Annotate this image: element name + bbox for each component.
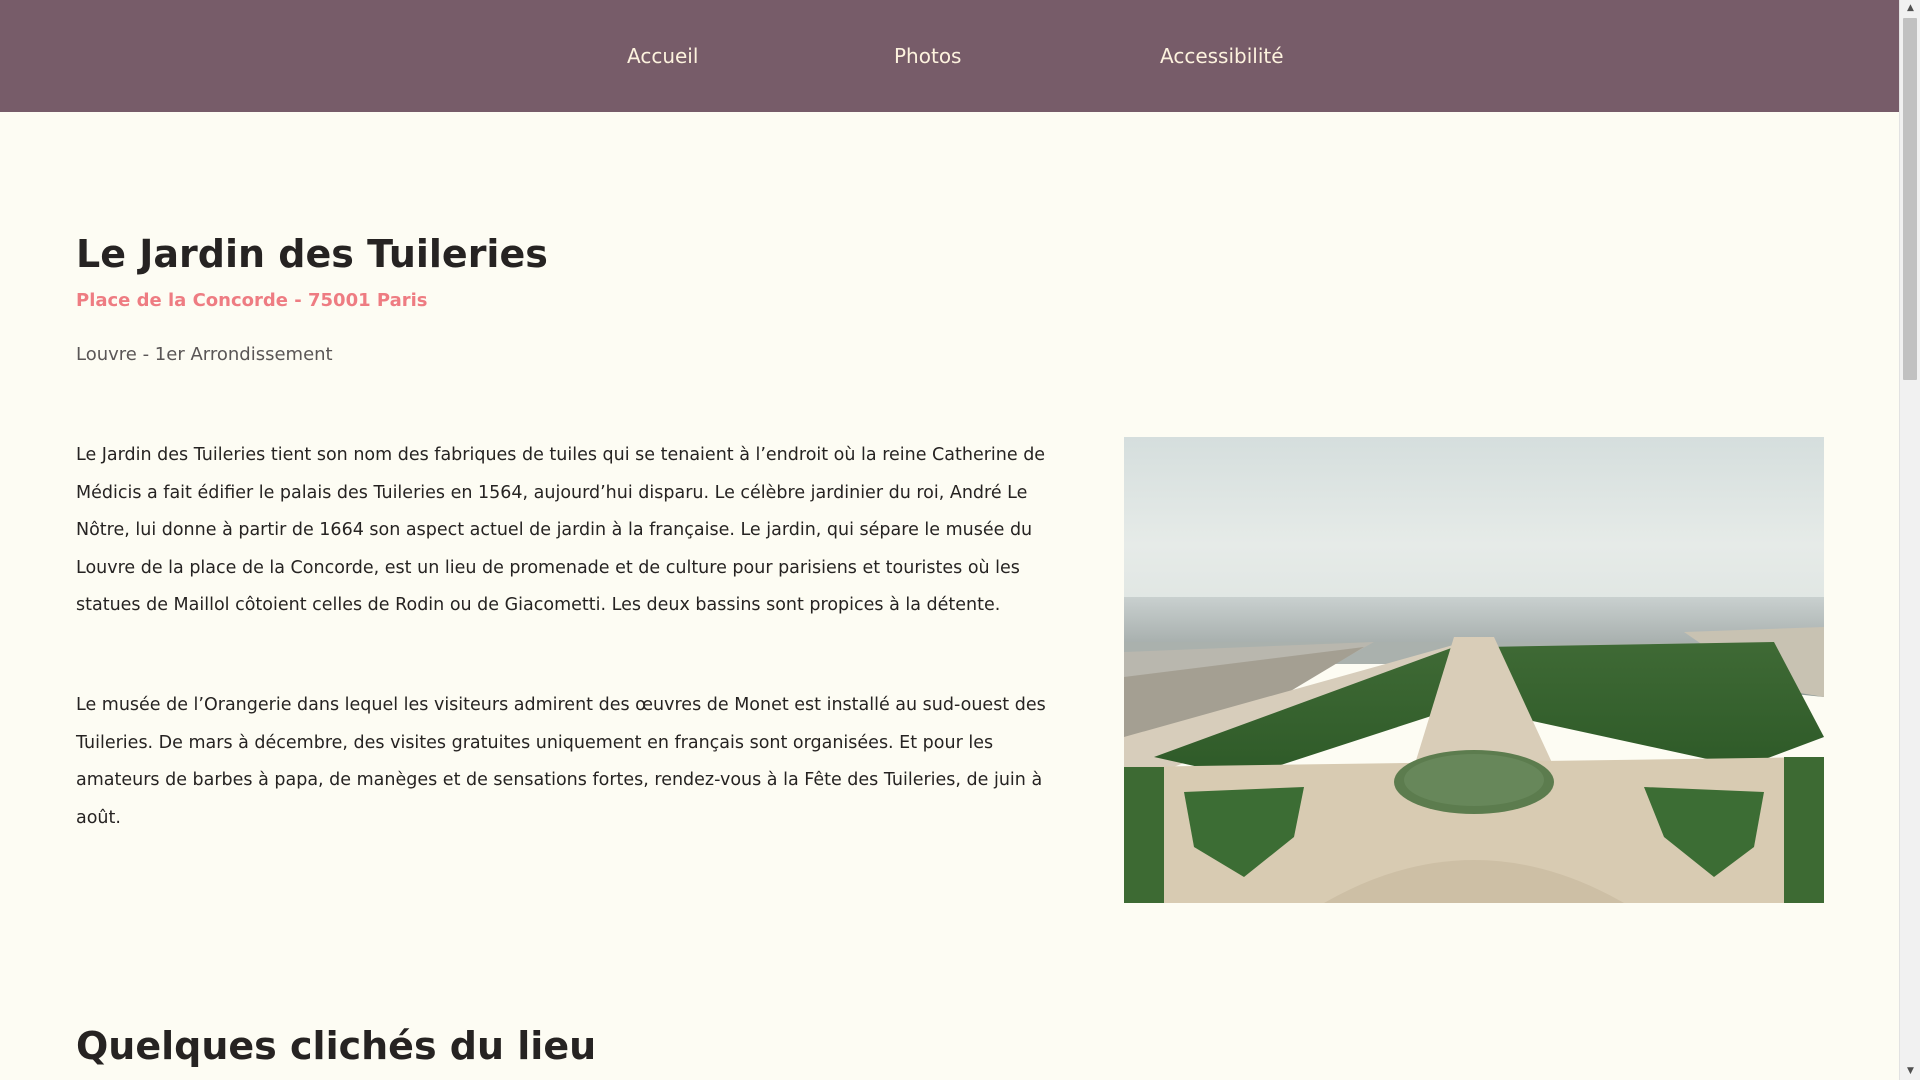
nav-link-photos[interactable]: Photos [894, 0, 961, 112]
page: Accueil Photos Accessibilité Le Jardin d… [0, 0, 1899, 1080]
scroll-thumb[interactable] [1903, 18, 1917, 380]
description-paragraph-2: Le musée de l’Orangerie dans lequel les … [76, 695, 1046, 828]
top-navbar: Accueil Photos Accessibilité [0, 0, 1899, 112]
tuileries-garden-photo [1124, 437, 1824, 903]
district: Louvre - 1er Arrondissement [76, 344, 333, 365]
nav-link-accueil[interactable]: Accueil [627, 0, 698, 112]
scroll-down-arrow-icon[interactable]: ▼ [1900, 1063, 1920, 1080]
nav-link-accessibilite[interactable]: Accessibilité [1160, 0, 1284, 112]
address: Place de la Concorde - 75001 Paris [76, 290, 428, 311]
description-paragraph-1: Le Jardin des Tuileries tient son nom de… [76, 445, 1046, 615]
scroll-up-arrow-icon[interactable]: ▲ [1900, 0, 1920, 17]
vertical-scrollbar[interactable]: ▲ ▼ [1899, 0, 1920, 1080]
page-title: Le Jardin des Tuileries [76, 232, 548, 276]
section-title-photos: Quelques clichés du lieu [76, 1024, 597, 1068]
